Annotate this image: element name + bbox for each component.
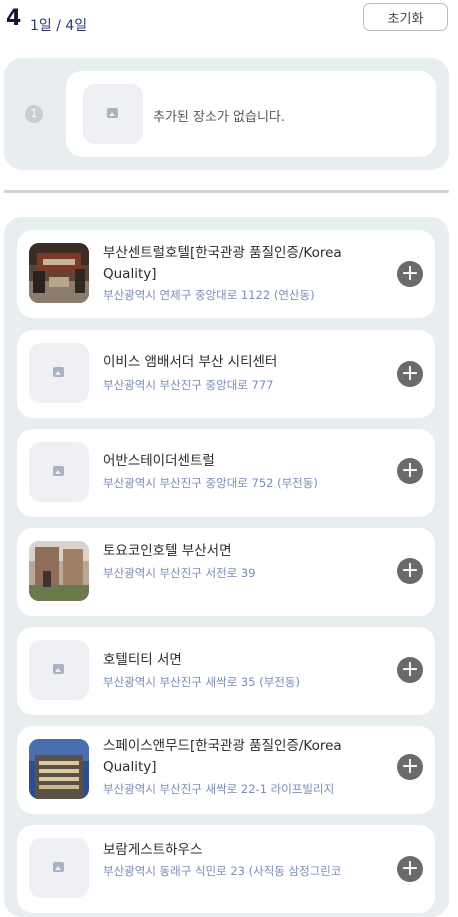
place-card[interactable]: 스페이스앤무드[한국관광 품질인증/Korea Quality] 부산광역시 부… (17, 726, 435, 814)
add-place-button[interactable]: + (397, 856, 423, 882)
empty-message: 추가된 장소가 없습니다. (153, 110, 285, 125)
day-number: 4 (6, 6, 22, 31)
place-name: 토요코인호텔 부산서면 (103, 543, 232, 559)
day-fraction: 1일 / 4일 (30, 18, 88, 34)
divider (4, 190, 449, 193)
place-address: 부산광역시 부산진구 중앙대로 752 (부전동) (103, 476, 318, 490)
place-card[interactable]: 어반스테이더센트럴 부산광역시 부산진구 중앙대로 752 (부전동) + (17, 429, 435, 517)
image-icon (107, 108, 118, 118)
place-address: 부산광역시 연제구 중앙대로 1122 (연산동) (103, 288, 315, 302)
place-photo (29, 541, 89, 601)
place-name: 부산센트럴호텔[한국관광 품질인증/Korea Quality] (103, 245, 342, 282)
place-address: 부산광역시 동래구 식민로 23 (사직동 삼정그린코 (103, 864, 342, 878)
add-place-button[interactable]: + (397, 261, 423, 287)
place-address: 부산광역시 부산진구 새싹로 22-1 라이프빌리지 (103, 782, 335, 796)
building-photo (29, 739, 89, 799)
place-address: 부산광역시 부산진구 중앙대로 777 (103, 378, 274, 392)
place-name: 보람게스트하우스 (103, 842, 203, 858)
place-card[interactable]: 이비스 앰배서더 부산 시티센터 부산광역시 부산진구 중앙대로 777 + (17, 330, 435, 418)
place-address: 부산광역시 부산진구 새싹로 35 (부전동) (103, 675, 300, 689)
place-name: 스페이스앤무드[한국관광 품질인증/Korea Quality] (103, 738, 342, 775)
place-card[interactable]: 토요코인호텔 부산서면 부산광역시 부산진구 서전로 39 + (17, 528, 435, 616)
add-place-button[interactable]: + (397, 361, 423, 387)
order-badge: 1 (25, 105, 43, 123)
place-name: 어반스테이더센트럴 (103, 453, 215, 469)
place-photo (29, 243, 89, 303)
place-name: 이비스 앰배서더 부산 시티센터 (103, 354, 278, 370)
place-card[interactable]: 보람게스트하우스 부산광역시 동래구 식민로 23 (사직동 삼정그린코 + (17, 825, 435, 913)
image-icon (53, 466, 64, 476)
placeholder-image (29, 442, 89, 502)
reset-button[interactable]: 초기화 (363, 3, 448, 31)
hotel-lobby-photo (29, 243, 89, 303)
selected-places-panel: 1 추가된 장소가 없습니다. (4, 58, 449, 170)
add-place-button[interactable]: + (397, 458, 423, 484)
place-name: 호텔티티 서면 (103, 652, 182, 668)
empty-slot-card: 추가된 장소가 없습니다. (66, 71, 436, 157)
place-address: 부산광역시 부산진구 서전로 39 (103, 566, 256, 580)
place-card[interactable]: 호텔티티 서면 부산광역시 부산진구 새싹로 35 (부전동) + (17, 627, 435, 715)
add-place-button[interactable]: + (397, 657, 423, 683)
placeholder-image (29, 838, 89, 898)
placeholder-image (29, 343, 89, 403)
place-photo (29, 739, 89, 799)
add-place-button[interactable]: + (397, 754, 423, 780)
place-card[interactable]: 부산센트럴호텔[한국관광 품질인증/Korea Quality] 부산광역시 연… (17, 230, 435, 318)
place-list-panel: 부산센트럴호텔[한국관광 품질인증/Korea Quality] 부산광역시 연… (4, 217, 449, 917)
image-icon (53, 862, 64, 872)
image-icon (53, 367, 64, 377)
hotel-exterior-photo (29, 541, 89, 601)
image-icon (53, 664, 64, 674)
add-place-button[interactable]: + (397, 558, 423, 584)
placeholder-image (29, 640, 89, 700)
itinerary-header: 4 1일 / 4일 초기화 (0, 0, 458, 48)
placeholder-image (83, 84, 143, 144)
